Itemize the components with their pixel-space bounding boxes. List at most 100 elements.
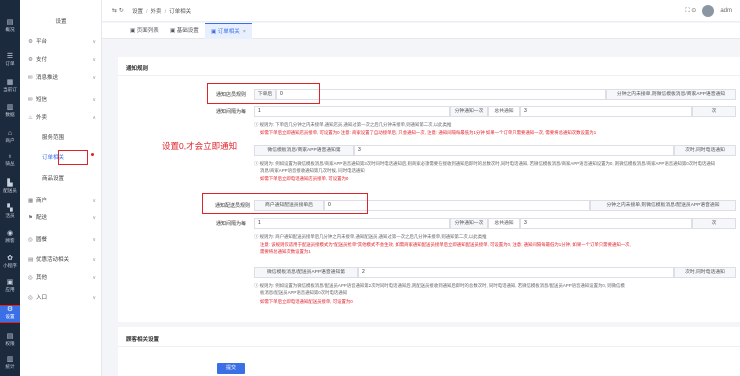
- sidebar-title: 设置: [55, 19, 67, 25]
- nav-label: 数据: [5, 112, 15, 117]
- nav-data[interactable]: ▥ 数据: [0, 104, 20, 120]
- chevron-icon: ∨: [92, 257, 96, 263]
- order-icon: ☰: [6, 53, 14, 60]
- chevron-icon: ∧: [92, 115, 96, 121]
- nav-mini-program[interactable]: ✿ 小程序: [0, 255, 20, 271]
- nav-label: 活员: [5, 213, 15, 218]
- total-notify-label: 总共通知: [488, 106, 520, 117]
- nav-label: 概况: [5, 27, 15, 32]
- sidebar-item[interactable]: ⚙ 平台 ∨: [20, 36, 102, 48]
- close-icon[interactable]: ×: [243, 29, 246, 35]
- sidebar-item-label: 支付: [36, 57, 48, 63]
- sidebar-item[interactable]: 商品设置: [20, 173, 102, 185]
- nav-settings[interactable]: ⚙ 设置: [0, 305, 21, 323]
- nav-label: 订单: [5, 61, 15, 66]
- sidebar-item[interactable]: ⚙ 支付 ∨: [20, 54, 102, 66]
- permission-icon: ▤: [6, 333, 14, 340]
- sidebar-item-label: 短信: [36, 97, 48, 103]
- input-suffix: 次时,同时电话通知: [674, 267, 736, 278]
- rule-hint: 消息/商家APP语音接收通知第几次时候, 同时电话通知: [260, 168, 365, 173]
- sidebar-item[interactable]: ◎ 其他 ∨: [20, 272, 102, 284]
- page-icon: ▣: [130, 28, 136, 34]
- menu-icon: ✉: [28, 75, 33, 81]
- sidebar-item-label: 圆餐: [36, 237, 48, 243]
- sidebar-item[interactable]: 服务范围: [20, 132, 102, 144]
- chevron-icon: ∨: [92, 39, 96, 45]
- data-icon: ▥: [6, 104, 14, 111]
- breadcrumb-item[interactable]: 外卖: [151, 9, 162, 15]
- interval-label: 通知间隔为每: [215, 109, 246, 115]
- avatar[interactable]: [702, 5, 715, 17]
- nav-merchant[interactable]: ⌂ 商户: [0, 130, 20, 146]
- chevron-icon: ∨: [92, 275, 96, 281]
- username[interactable]: adm: [720, 8, 732, 14]
- tab-bar: ▣ 页面列表 ▣ 基础设置 ▣ 订单相关 ×: [102, 23, 740, 39]
- nav-label: 顾客: [5, 238, 15, 243]
- sidebar-item[interactable]: ▦ 商户 ∨: [20, 195, 102, 207]
- nav-delivery[interactable]: ▙ 配送员: [0, 180, 20, 196]
- tab-order-related[interactable]: ▣ 订单相关 ×: [205, 23, 252, 39]
- delivery-interval-input[interactable]: 1: [254, 218, 450, 229]
- delivery-total-notify-input[interactable]: 3: [520, 218, 692, 229]
- nav-toggle-refresh-icon[interactable]: ⇆ ↻: [112, 7, 124, 14]
- input-suffix: 分钟通知一次: [450, 106, 488, 117]
- sidebar-item-label: 服务范围: [42, 135, 65, 141]
- sidebar-item[interactable]: ◎ 圆餐 ∨: [20, 234, 102, 246]
- customer-icon: ◉: [6, 230, 14, 237]
- rider-icon: ♁: [7, 153, 13, 160]
- rule-hint: ⓘ 规则为: 例如设置为微信模板消息/商家APP语音通知第3次时同时电话通知后,…: [254, 161, 716, 166]
- nav-rider[interactable]: ♁ 骑丛: [0, 153, 20, 169]
- nav-customer[interactable]: ◉ 顾客: [0, 230, 20, 246]
- sidebar-item-label: 商品设置: [42, 176, 65, 182]
- section-title: 通知规则: [126, 66, 149, 72]
- input-suffix: 次时,同时电话通知: [674, 145, 736, 156]
- sidebar-item[interactable]: ✉ 短信 ∨: [20, 94, 102, 106]
- chevron-icon: ∨: [92, 97, 96, 103]
- sidebar-item-label: 平台: [36, 39, 48, 45]
- store-total-notify-input[interactable]: 3: [520, 106, 692, 117]
- main-nav-bar: ▤ 概况 ☰ 订单 ▦ 当前订 ▥ 数据 ⌂ 商户 ♁ 骑丛 ▙ 配送员 ▚ 活员 ◉ 顾客 ✿ 小程序 ▣ 应用 ⚙ 设置 ▤…: [0, 0, 21, 376]
- nav-stats[interactable]: ▥ 统计: [0, 356, 20, 372]
- settings-sidebar: 设置 ⚙ 平台 ∨ ⚙ 支付 ∨ ✉ 消息推送 ∨ ✉ 短信 ∨ ♨ 外卖 ∧ 服务范围 订单相关 商品设置 ▦ 商户…: [20, 0, 102, 376]
- delivery-icon: ▙: [7, 180, 13, 187]
- nav-permission[interactable]: ▤ 权限: [0, 333, 20, 349]
- sidebar-item[interactable]: ♨ 外卖 ∧: [20, 112, 102, 124]
- menu-icon: ▦: [28, 198, 34, 204]
- interval-label: 通知间隔为每: [215, 221, 246, 227]
- nav-member[interactable]: ▚ 活员: [0, 205, 20, 221]
- menu-icon: ♨: [28, 115, 33, 121]
- tab-page-list[interactable]: ▣ 页面列表: [124, 23, 165, 39]
- sidebar-item-label: 消息推送: [36, 75, 59, 81]
- dashboard-icon: ▤: [6, 19, 14, 26]
- nav-order[interactable]: ☰ 订单: [0, 53, 20, 69]
- breadcrumb-item[interactable]: 设置: [132, 9, 143, 15]
- nav-label: 当前订: [3, 87, 17, 92]
- sidebar-item[interactable]: ⚑ 配送 ∨: [20, 212, 102, 224]
- customer-settings-card: 顾客相关设置: [118, 327, 740, 376]
- chevron-icon: ∨: [92, 237, 96, 243]
- nav-label: 设置: [5, 314, 15, 319]
- delivery-phone-notify-input[interactable]: 2: [358, 267, 674, 278]
- apps-icon: ▣: [6, 279, 14, 286]
- input-suffix: 分钟之内未接单,则微信模板消息/商家APP语音通知: [606, 89, 736, 100]
- fullscreen-icon[interactable]: ⛶ ⊙: [685, 7, 696, 15]
- store-notify-minutes-input[interactable]: 0: [276, 89, 606, 100]
- top-bar: ⇆ ↻ 设置 / 外卖 / 订单相关 ⛶ ⊙ adm: [102, 0, 740, 22]
- stats-icon: ▥: [6, 356, 14, 363]
- sidebar-item-label: 其他: [36, 275, 48, 281]
- menu-icon: ⚑: [28, 215, 33, 221]
- tab-basic-settings[interactable]: ▣ 基础设置: [164, 23, 205, 39]
- rule-hint-red: 需要将总通知次数设置为1: [260, 249, 311, 254]
- nav-dashboard[interactable]: ▤ 概况: [0, 19, 20, 35]
- nav-current-order[interactable]: ▦ 当前订: [0, 79, 20, 95]
- store-phone-notify-input[interactable]: 3: [354, 145, 674, 156]
- submit-button[interactable]: 提交: [217, 363, 245, 374]
- sidebar-item[interactable]: ▤ 优惠活动相关 ∨: [20, 254, 102, 266]
- sidebar-item[interactable]: ✉ 消息推送 ∨: [20, 72, 102, 84]
- menu-icon: ◎: [28, 275, 33, 281]
- total-notify-label: 总共通知: [488, 218, 520, 229]
- nav-apps[interactable]: ▣ 应用: [0, 279, 20, 295]
- store-interval-input[interactable]: 1: [254, 106, 450, 117]
- sidebar-item[interactable]: ◎ 入口 ∨: [20, 292, 102, 304]
- rule-hint-red: 如需下单后立即通知店员接单, 可设置为0 注意: 商家设置了自动接单后, 只会通…: [260, 130, 597, 135]
